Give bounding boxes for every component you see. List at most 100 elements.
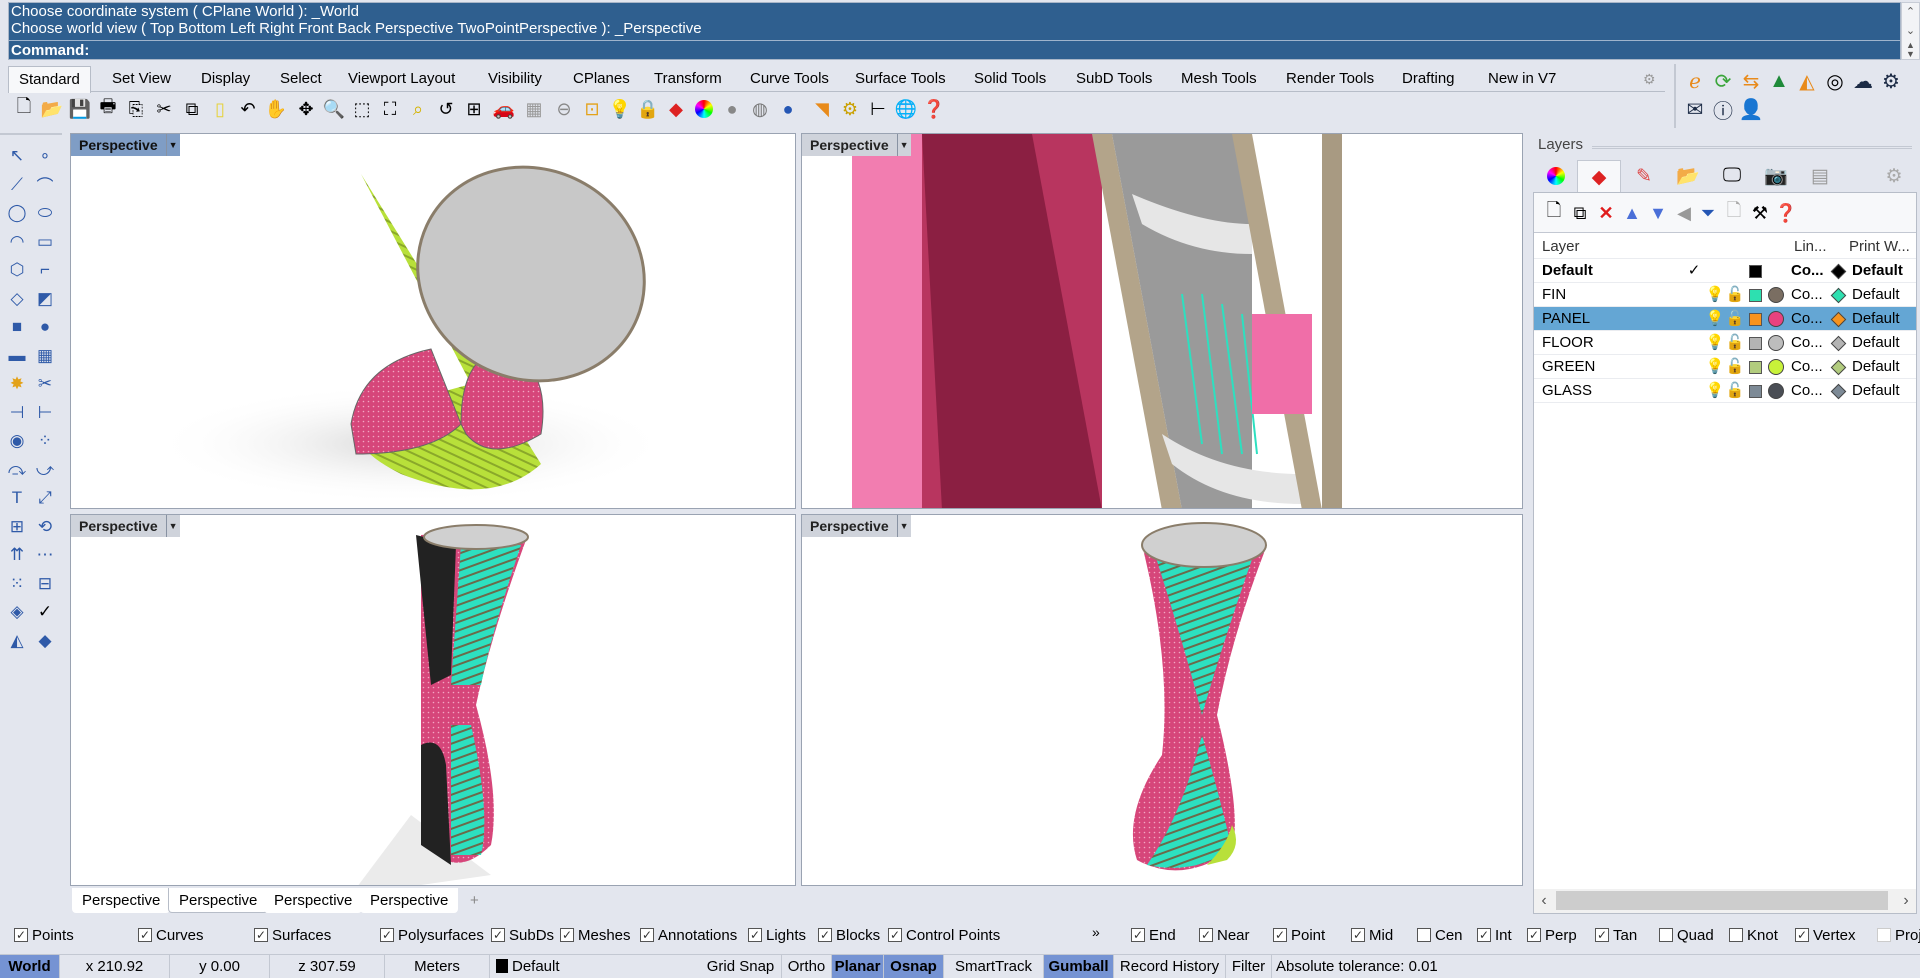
osnap-checkbox-project[interactable]: Project: [1877, 925, 1920, 945]
boolean-tool-icon[interactable]: ◉: [4, 428, 30, 454]
more-filters-button[interactable]: »: [1092, 924, 1100, 940]
tab-curve-tools[interactable]: Curve Tools: [740, 66, 839, 92]
print-width[interactable]: Default: [1852, 379, 1900, 403]
rotate-tool-icon[interactable]: ⟲: [32, 514, 58, 540]
layer-color-swatch[interactable]: [1746, 283, 1764, 307]
copy-icon[interactable]: ⧉: [180, 97, 204, 121]
new-sublayer-icon[interactable]: ⧉: [1568, 201, 1592, 225]
filter-checkbox-polysurfaces[interactable]: ✓ Polysurfaces: [380, 925, 484, 945]
settings-gear-icon[interactable]: ⚙: [1878, 68, 1904, 94]
osnap-checkbox-tan[interactable]: ✓ Tan: [1595, 925, 1637, 945]
checkbox-icon[interactable]: ✓: [1273, 928, 1287, 942]
checkbox-icon[interactable]: ✓: [818, 928, 832, 942]
undo-view-icon[interactable]: ↺: [434, 97, 458, 121]
viewport-menu-chevron-down-icon[interactable]: ▼: [165, 515, 180, 537]
box-tool-icon[interactable]: ■: [4, 314, 30, 340]
grid-icon[interactable]: ▦: [522, 97, 546, 121]
layer-color-swatch[interactable]: [1746, 355, 1764, 379]
osnap-icon[interactable]: ⊖: [552, 97, 576, 121]
save-icon[interactable]: 💾: [68, 97, 92, 121]
command-scrollbar[interactable]: ⌃ ⌄ ▲ ▼: [1901, 2, 1920, 60]
current-layer[interactable]: Default: [490, 955, 700, 978]
trim-tool-icon[interactable]: ✂: [32, 371, 58, 397]
color-wheel-icon[interactable]: [692, 97, 716, 121]
print-color-diamond-icon[interactable]: [1830, 283, 1846, 307]
filter-checkbox-annotations[interactable]: ✓ Annotations: [640, 925, 737, 945]
lock-open-icon[interactable]: 🔓: [1726, 283, 1745, 307]
filter-icon[interactable]: ⏷: [1696, 201, 1720, 225]
lock-icon[interactable]: 🔒: [636, 97, 660, 121]
viewport-tab[interactable]: Perspective: [264, 888, 363, 913]
viewport-label[interactable]: Perspective ▼: [802, 134, 911, 156]
zoom-extents-icon[interactable]: ⛶: [378, 97, 402, 121]
viewport-tab[interactable]: Perspective: [168, 888, 269, 913]
palette-icon[interactable]: ◭: [1794, 68, 1820, 94]
linetype[interactable]: Co...: [1791, 379, 1823, 403]
column-header-print-width[interactable]: Print W...: [1849, 235, 1910, 259]
print-width[interactable]: Default: [1852, 307, 1900, 331]
status-toggle-smarttrack[interactable]: SmartTrack: [944, 955, 1044, 978]
checkbox-icon[interactable]: ✓: [254, 928, 268, 942]
rectangle-tool-icon[interactable]: ▭: [32, 229, 58, 255]
print-color-diamond-icon[interactable]: [1830, 307, 1846, 331]
mesh-tool-icon[interactable]: ▦: [32, 343, 58, 369]
tab-drafting[interactable]: Drafting: [1392, 66, 1465, 92]
tab-render-tools[interactable]: Render Tools: [1276, 66, 1384, 92]
globe-icon[interactable]: 🌐: [894, 97, 918, 121]
column-header-layer[interactable]: Layer: [1542, 235, 1580, 259]
paste-icon[interactable]: ▯: [208, 97, 232, 121]
layer-name[interactable]: Default: [1542, 259, 1593, 283]
polyline-tool-icon[interactable]: ⟋: [4, 172, 30, 198]
checkbox-icon[interactable]: ✓: [748, 928, 762, 942]
new-layer-icon[interactable]: 🗋: [1542, 200, 1566, 225]
current-layer-check-icon[interactable]: ✓: [1684, 259, 1704, 283]
visibility-bulb-icon[interactable]: 💡: [1706, 331, 1725, 355]
blend-tool-icon[interactable]: ⤻: [32, 457, 58, 483]
text-tool-icon[interactable]: T: [4, 485, 30, 511]
align-tool-icon[interactable]: ⊟: [32, 571, 58, 597]
osnap-checkbox-quad[interactable]: Quad: [1659, 925, 1714, 945]
checkbox-icon[interactable]: ✓: [1199, 928, 1213, 942]
tab-visibility[interactable]: Visibility: [478, 66, 552, 92]
point-cloud-tool-icon[interactable]: ⁘: [32, 428, 58, 454]
status-toggle-ortho[interactable]: Ortho: [782, 955, 832, 978]
layer-name[interactable]: FIN: [1542, 283, 1566, 307]
split-tool-icon[interactable]: ⊣: [4, 400, 30, 426]
tree-icon[interactable]: ▲: [1766, 68, 1792, 94]
status-toggle-planar[interactable]: Planar: [832, 955, 884, 978]
circle-tool-icon[interactable]: ◯: [4, 200, 30, 226]
status-toggle-filter[interactable]: Filter: [1226, 955, 1272, 978]
select-tool-icon[interactable]: ↖: [4, 143, 30, 169]
copy-layer-icon[interactable]: 🗋: [1722, 200, 1746, 225]
layer-row[interactable]: Default ✓ Co... Default: [1534, 259, 1916, 283]
sync-icon[interactable]: ⇆: [1738, 68, 1764, 94]
viewport-bottom-right[interactable]: Perspective ▼: [801, 514, 1523, 886]
layer-color-swatch[interactable]: [1746, 259, 1764, 283]
named-views-camera-tab-icon[interactable]: 📷: [1754, 160, 1798, 192]
checkbox-icon[interactable]: ✓: [1595, 928, 1609, 942]
point-tool-icon[interactable]: ∘: [32, 143, 58, 169]
tab-transform[interactable]: Transform: [644, 66, 732, 92]
move-to-parent-icon[interactable]: ◀: [1672, 201, 1696, 225]
material-color-circle[interactable]: [1766, 331, 1786, 355]
pan-hand-icon[interactable]: ✋: [264, 97, 288, 121]
sphere-tool-icon[interactable]: ●: [32, 314, 58, 340]
print-width[interactable]: Default: [1852, 283, 1900, 307]
check-tool-icon[interactable]: ✓: [32, 599, 58, 625]
cloud-upload-icon[interactable]: ☁: [1850, 68, 1876, 94]
viewport-label[interactable]: Perspective ▼: [71, 134, 180, 156]
layers-horizontal-scrollbar[interactable]: ‹ ›: [1534, 889, 1916, 913]
print-color-diamond-icon[interactable]: [1830, 331, 1846, 355]
four-viewports-icon[interactable]: ⊞: [462, 97, 486, 121]
visibility-bulb-icon[interactable]: 💡: [1706, 307, 1725, 331]
delete-layer-icon[interactable]: ✕: [1594, 201, 1618, 225]
move-layer-down-icon[interactable]: ▼: [1646, 201, 1670, 225]
array-tool-icon[interactable]: ⁙: [4, 571, 30, 597]
filter-checkbox-surfaces[interactable]: ✓ Surfaces: [254, 925, 331, 945]
print-icon[interactable]: 🖶: [96, 96, 120, 121]
tab-subd-tools[interactable]: SubD Tools: [1066, 66, 1162, 92]
column-header-linetype[interactable]: Lin...: [1794, 235, 1827, 259]
filter-checkbox-blocks[interactable]: ✓ Blocks: [818, 925, 880, 945]
options-gear-icon[interactable]: ⚙: [838, 97, 862, 121]
layers-tab-icon[interactable]: ◆: [1577, 160, 1621, 193]
